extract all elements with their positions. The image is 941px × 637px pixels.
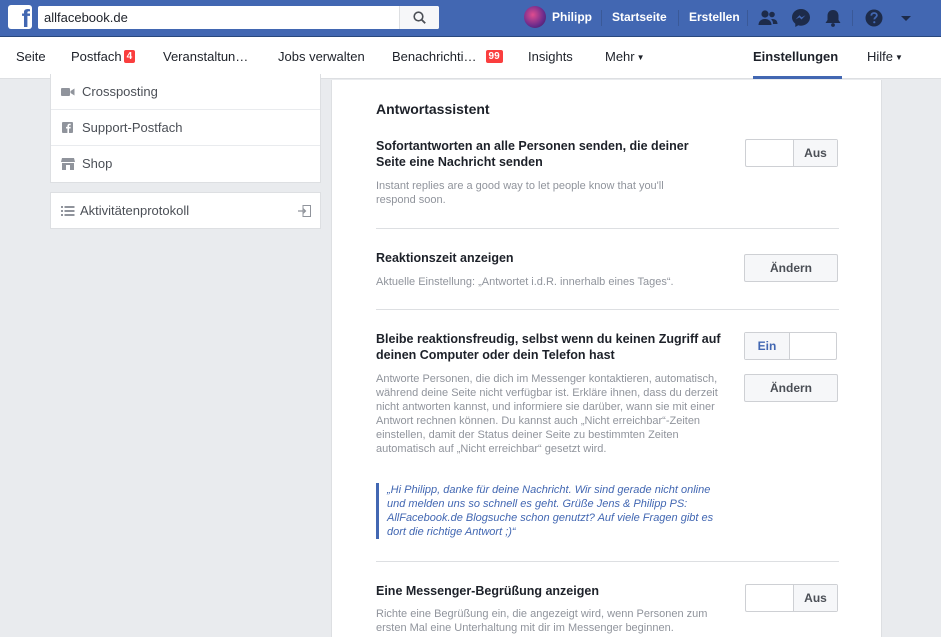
divider: [376, 561, 839, 562]
greeting-title: Eine Messenger-Begrüßung anzeigen: [376, 584, 599, 598]
greeting-description: Richte eine Begrüßung ein, die angezeigt…: [376, 608, 708, 634]
tab-jobs-verwalten[interactable]: Jobs verwalten: [278, 49, 365, 64]
help-icon[interactable]: [863, 7, 885, 29]
divider: [376, 309, 839, 310]
profile-link[interactable]: Philipp: [552, 10, 592, 24]
tab-seite[interactable]: Seite: [16, 49, 46, 64]
settings-sidebar: Crossposting Support-Postfach Shop: [50, 74, 321, 183]
change-response-time-button[interactable]: Ändern: [744, 254, 838, 282]
divider: [852, 10, 853, 26]
create-link[interactable]: Erstellen: [689, 10, 740, 24]
tab-postfach[interactable]: Postfach 4: [71, 49, 136, 64]
list-icon: [61, 206, 75, 216]
account-menu-icon[interactable]: [895, 7, 917, 29]
divider: [601, 10, 602, 26]
page-title: Antwortassistent: [376, 101, 490, 117]
away-message-preview: „Hi Philipp, danke für deine Nachricht. …: [376, 483, 721, 539]
sidebar-item-label: Aktivitätenprotokoll: [80, 203, 190, 218]
notification-badge: 4: [123, 50, 136, 63]
divider: [376, 228, 839, 229]
sidebar-item-support-postfach[interactable]: Support-Postfach: [51, 110, 320, 146]
shop-icon: [61, 158, 75, 170]
search-input[interactable]: allfacebook.de: [44, 10, 128, 25]
facebook-logo-icon[interactable]: f: [8, 5, 32, 29]
caret-down-icon: ▼: [895, 53, 903, 62]
video-camera-icon: [61, 88, 75, 96]
search-button[interactable]: [399, 6, 439, 29]
tab-benachrichtigungen[interactable]: Benachrichti… 99: [392, 49, 503, 64]
response-assistant-panel: Antwortassistent Sofortantworten an alle…: [331, 80, 882, 637]
response-time-description: Aktuelle Einstellung: „Antwortet i.d.R. …: [376, 276, 674, 288]
notifications-icon[interactable]: [822, 7, 844, 29]
activity-log-card: Aktivitätenprotokoll: [50, 192, 321, 229]
instant-reply-toggle[interactable]: Aus: [745, 139, 838, 167]
toggle-state-label: Aus: [793, 140, 837, 166]
home-link[interactable]: Startseite: [612, 10, 667, 24]
tab-einstellungen[interactable]: Einstellungen: [753, 49, 838, 64]
caret-down-icon: ▼: [636, 53, 645, 62]
away-message-description: Antworte Personen, die dich im Messenger…: [376, 373, 718, 455]
away-message-title: Bleibe reaktionsfreudig, selbst wenn du …: [376, 332, 721, 362]
change-away-message-button[interactable]: Ändern: [744, 374, 838, 402]
page-navigation: Seite Postfach 4 Veranstaltun… Jobs verwa…: [0, 37, 941, 79]
tab-hilfe[interactable]: Hilfe ▼: [867, 49, 903, 64]
search-bar[interactable]: allfacebook.de: [38, 6, 439, 29]
tab-mehr[interactable]: Mehr ▼: [605, 49, 645, 64]
toggle-state-label: Ein: [745, 333, 790, 359]
sidebar-item-label: Shop: [82, 156, 113, 171]
divider: [747, 10, 748, 26]
sidebar-item-label: Crossposting: [82, 84, 158, 99]
response-time-title: Reaktionszeit anzeigen: [376, 251, 514, 265]
friends-icon[interactable]: [757, 7, 779, 29]
tab-veranstaltungen[interactable]: Veranstaltun…: [163, 49, 248, 64]
instant-reply-title: Sofortantworten an alle Personen senden,…: [376, 139, 689, 169]
notification-badge: 99: [485, 50, 503, 63]
divider: [678, 10, 679, 26]
export-icon[interactable]: [298, 205, 311, 217]
toggle-state-label: Aus: [793, 585, 837, 611]
away-message-toggle[interactable]: Ein: [744, 332, 837, 360]
avatar[interactable]: [524, 6, 546, 28]
tab-insights[interactable]: Insights: [528, 49, 573, 64]
messenger-icon[interactable]: [790, 7, 812, 29]
active-tab-indicator: [753, 76, 842, 79]
sidebar-item-crossposting[interactable]: Crossposting: [51, 74, 320, 110]
sidebar-item-aktivitaetenprotokoll[interactable]: Aktivitätenprotokoll: [51, 193, 320, 229]
top-bar: f allfacebook.de Philipp Startseite Erst…: [0, 0, 941, 37]
search-icon: [413, 11, 426, 24]
instant-reply-description: Instant replies are a good way to let pe…: [376, 180, 664, 206]
sidebar-item-shop[interactable]: Shop: [51, 146, 320, 182]
greeting-toggle[interactable]: Aus: [745, 584, 838, 612]
sidebar-item-label: Support-Postfach: [82, 120, 183, 135]
facebook-square-icon: [62, 122, 73, 133]
